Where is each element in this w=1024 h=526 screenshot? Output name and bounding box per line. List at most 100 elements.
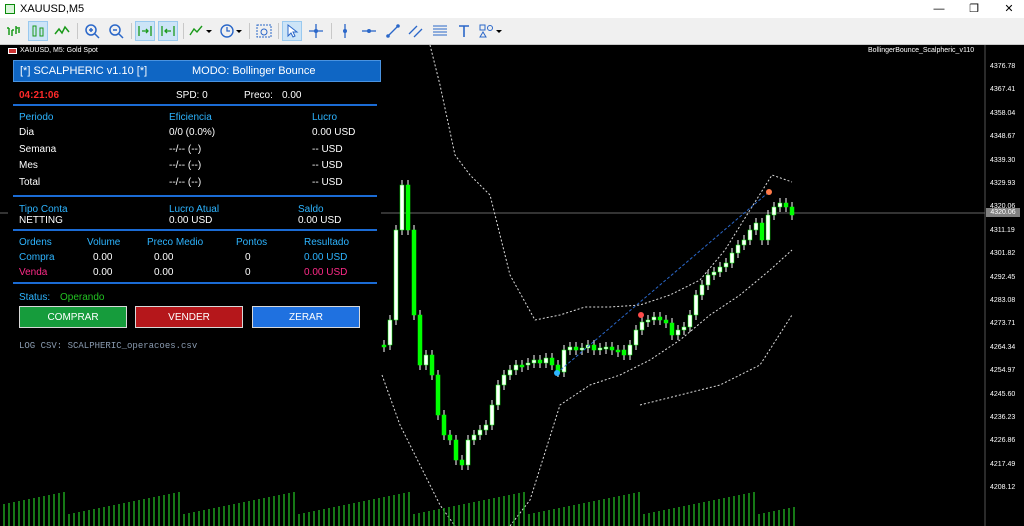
stats-row-profit: 0.00 USD [312, 127, 356, 138]
price-level-label: 4264.34 [990, 343, 1016, 351]
order-sell-volume: 0.00 [93, 267, 113, 278]
symbol-flag-icon [8, 47, 17, 54]
price-level-label: 4245.60 [990, 390, 1016, 398]
sell-button[interactable]: VENDER [135, 306, 243, 328]
spread-label: SPD: 0 [176, 90, 208, 101]
expert-advisor-name: BollingerBounce_Scalpheric_v110 [868, 47, 975, 54]
window-titlebar: XAUUSD,M5 — ❐ ✕ [0, 0, 1024, 18]
trade-line [556, 190, 771, 374]
candle-body [699, 284, 705, 296]
order-sell-result: 0.00 USD [304, 267, 348, 278]
trendline-icon[interactable] [383, 21, 403, 41]
candle-body [639, 321, 645, 331]
candle-body [657, 316, 663, 321]
indicators-icon[interactable] [188, 21, 214, 41]
account-header-balance: Saldo [298, 204, 324, 215]
candle-body [633, 329, 639, 346]
status-label: Status: [19, 292, 51, 303]
vertical-line-icon[interactable] [335, 21, 355, 41]
order-buy-avg-price: 0.00 [154, 252, 174, 263]
candle-body [609, 346, 615, 351]
bollinger-lower-band-left [381, 374, 456, 526]
price-chart[interactable]: XAUUSD, M5: Gold Spot BollingerBounce_Sc… [0, 45, 1024, 526]
stats-row-period: Total [19, 177, 41, 188]
order-sell-avg-price: 0.00 [154, 267, 174, 278]
candle-body [741, 239, 747, 246]
line-chart-icon[interactable] [52, 21, 72, 41]
autoscroll-icon[interactable] [135, 21, 155, 41]
stats-header-period: Periodo [19, 112, 54, 123]
panel-title: [*] SCALPHERIC v1.10 [*] [20, 65, 148, 77]
price-label: Preco: [244, 90, 273, 101]
stats-row-period: Semana [19, 144, 57, 155]
chart-shift-icon[interactable] [158, 21, 178, 41]
candle-body [393, 229, 399, 321]
candle-body [765, 214, 771, 241]
crosshair-icon[interactable] [306, 21, 326, 41]
cursor-icon[interactable] [282, 21, 302, 41]
price-level-label: 4254.97 [990, 367, 1016, 375]
candle-body [387, 319, 393, 346]
window-title: XAUUSD,M5 [20, 3, 85, 15]
new-order-icon[interactable] [4, 21, 24, 41]
buy-button[interactable]: COMPRAR [19, 306, 127, 328]
channel-icon[interactable] [406, 21, 426, 41]
candle-body [411, 229, 417, 316]
exit-marker [638, 312, 644, 318]
minimize-button[interactable]: — [924, 1, 954, 17]
candle-body [771, 206, 777, 216]
price-level-label: 4283.08 [990, 297, 1016, 304]
candle-body [567, 346, 573, 351]
account-header-current-profit: Lucro Atual [169, 204, 220, 215]
price-level-label: 4226.86 [990, 437, 1016, 445]
candle-body [711, 271, 717, 276]
shapes-icon[interactable] [478, 21, 504, 41]
candle-body [459, 459, 465, 466]
zero-positions-button[interactable]: ZERAR [252, 306, 360, 328]
candle-body [441, 414, 447, 436]
restore-button[interactable]: ❐ [959, 1, 989, 17]
candle-body [729, 252, 735, 264]
candle-body [447, 434, 453, 441]
stats-header-efficiency: Eficiencia [169, 112, 212, 123]
periods-icon[interactable] [218, 21, 244, 41]
candles-icon[interactable] [28, 21, 48, 41]
candle-body [669, 322, 675, 336]
candle-body [753, 222, 759, 231]
candle-body [789, 206, 795, 216]
order-sell-points: 0 [245, 267, 251, 278]
candle-body [429, 354, 435, 376]
stats-header-profit: Lucro [312, 112, 338, 123]
candle-body [381, 344, 387, 348]
price-level-label: 4348.67 [990, 133, 1016, 141]
scalpheric-panel: [*] SCALPHERIC v1.10 [*] MODO: Bollinger… [8, 60, 381, 403]
horizontal-line-icon[interactable] [359, 21, 379, 41]
orders-header-orders: Ordens [19, 237, 52, 248]
text-icon[interactable] [454, 21, 474, 41]
account-current-profit-value: 0.00 USD [169, 215, 213, 226]
chart-window-icon [5, 4, 15, 14]
candle-body [663, 319, 669, 324]
candle-body [621, 349, 627, 356]
price-level-label: 4208.12 [990, 484, 1016, 492]
account-balance-value: 0.00 USD [298, 215, 342, 226]
zoom-in-icon[interactable] [82, 21, 102, 41]
candle-body [675, 329, 681, 336]
screenshot-icon[interactable] [254, 21, 274, 41]
candle-body [615, 349, 621, 353]
candle-body [423, 354, 429, 366]
zoom-out-icon[interactable] [106, 21, 126, 41]
candle-body [723, 262, 729, 268]
stats-row-profit: -- USD [312, 177, 343, 188]
stats-row-period: Mes [19, 160, 38, 171]
candle-body [483, 424, 489, 431]
fibonacci-icon[interactable] [430, 21, 450, 41]
candle-body [579, 347, 585, 351]
exit-marker [766, 189, 772, 195]
price-level-label: 4329.93 [990, 180, 1016, 187]
close-button[interactable]: ✕ [994, 1, 1024, 17]
stats-row-efficiency: --/-- (--) [169, 160, 202, 171]
price-level-label: 4311.19 [990, 226, 1015, 234]
candle-body [453, 439, 459, 461]
panel-header: [*] SCALPHERIC v1.10 [*] MODO: Bollinger… [13, 60, 381, 82]
